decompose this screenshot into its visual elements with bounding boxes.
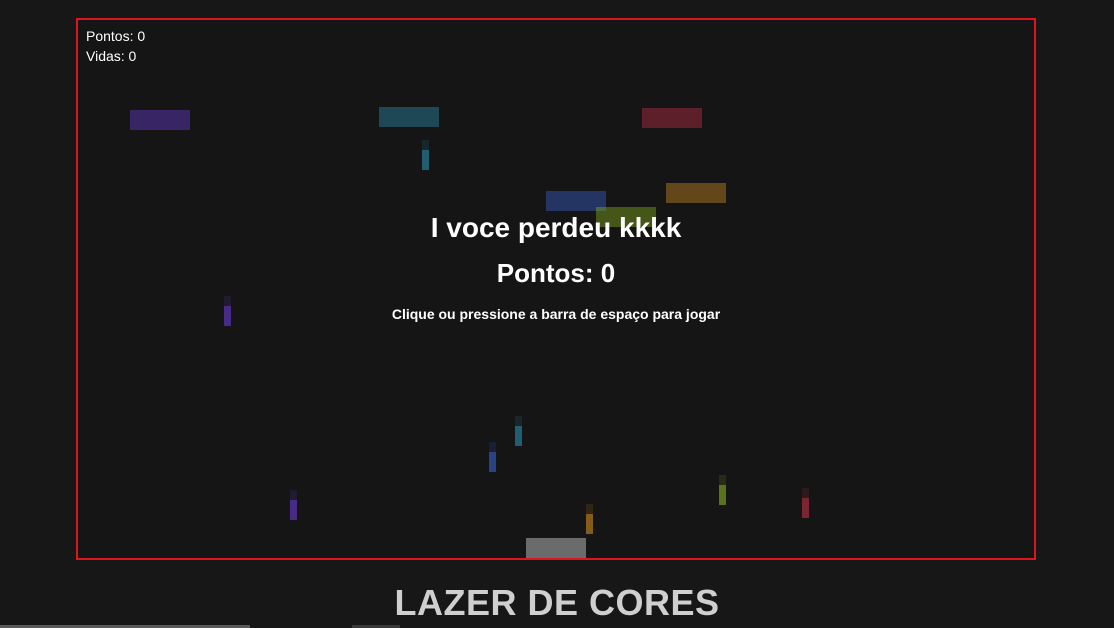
hud: Pontos: 0 Vidas: 0 [86,26,145,66]
laser-shot-purple [290,490,297,520]
color-block-orange [666,183,726,203]
laser-shot-green [719,475,726,505]
laser-shot-blue [489,442,496,472]
color-block-crimson [642,108,702,128]
laser-shot-teal [422,140,429,170]
color-block-purple [130,110,190,130]
game-over-title: I voce perdeu kkkk [430,212,682,243]
laser-shot-crimson [802,488,809,518]
color-block-teal [379,107,439,127]
points-counter: Pontos: 0 [86,28,146,44]
restart-hint: Clique ou pressione a barra de espaço pa… [391,306,721,322]
lives-counter: Vidas: 0 [86,48,137,64]
game-canvas[interactable]: Pontos: 0 Vidas: 0 I voce perdeu kkkk Po… [76,18,1036,560]
final-score: Pontos: 0 [496,258,616,288]
page-title: LAZER DE CORES [394,582,720,623]
laser-shot-teal [515,416,522,446]
player-paddle[interactable] [526,538,586,558]
laser-shot-orange [586,504,593,534]
